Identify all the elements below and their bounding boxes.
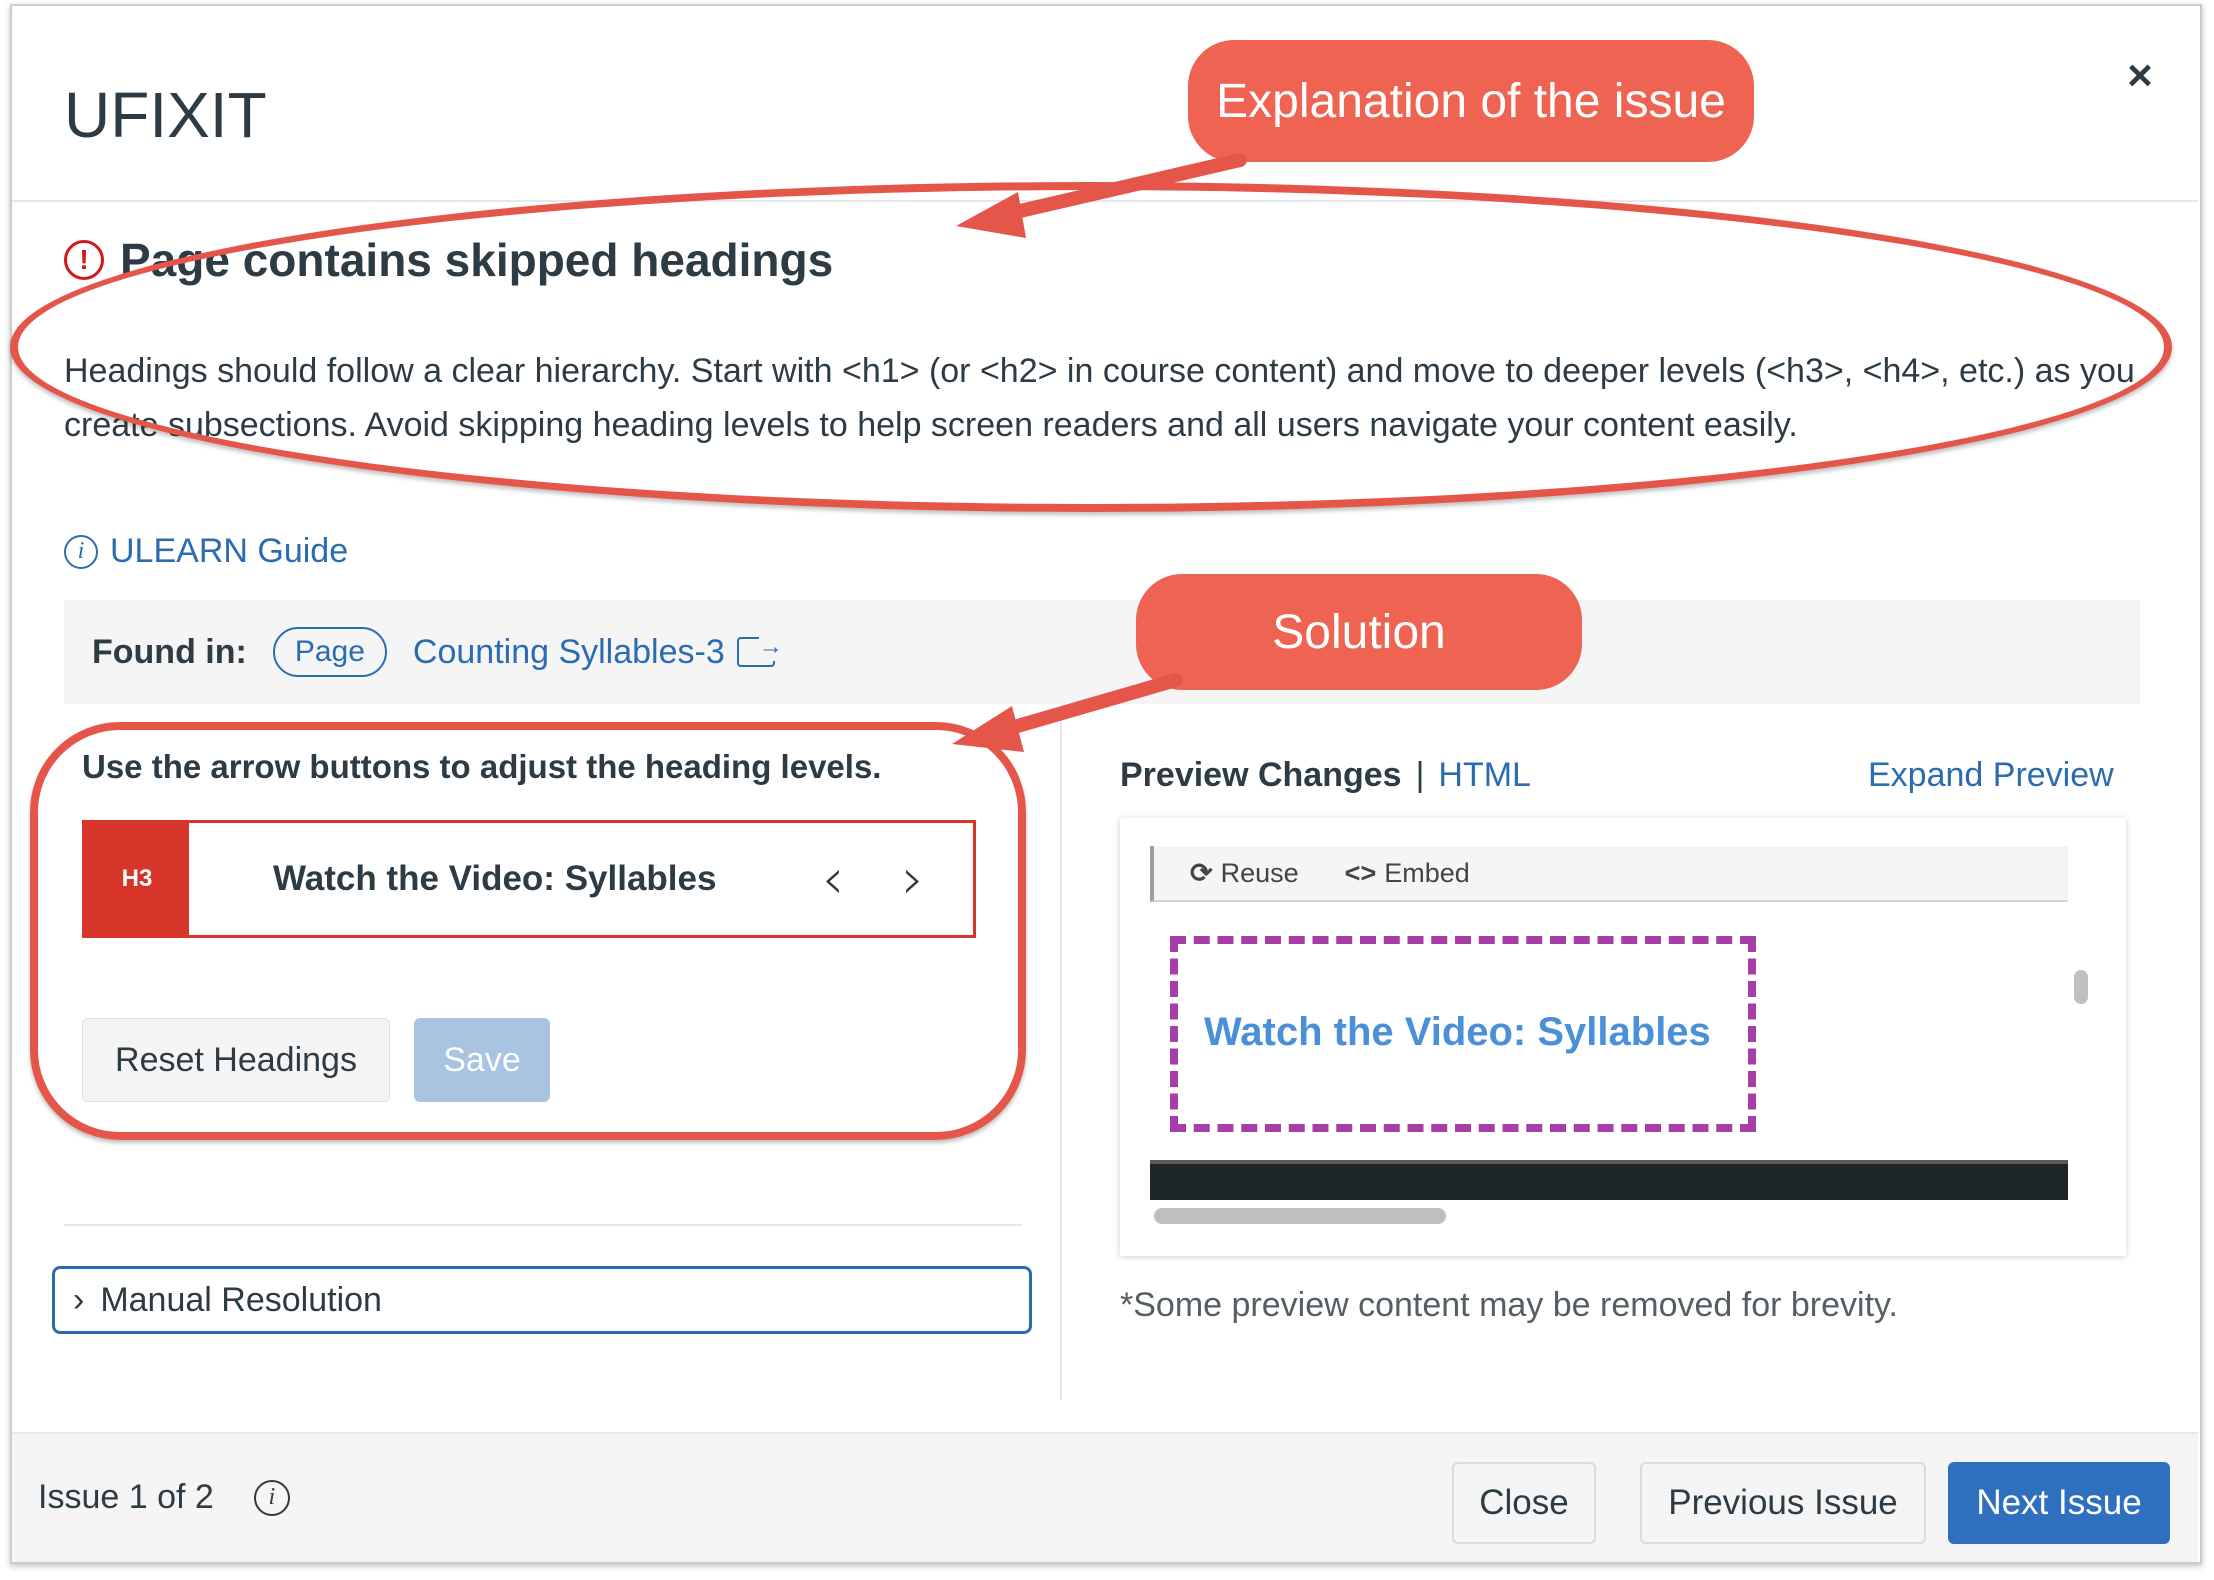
found-in-link-label[interactable]: Counting Syllables-3 (413, 633, 725, 672)
preview-video-strip (1150, 1160, 2068, 1200)
content-type-pill: Page (272, 627, 387, 677)
preview-frame: ⟳ Reuse <> Embed Watch the Video: Syllable… (1120, 818, 2126, 1256)
close-icon[interactable]: × (2120, 54, 2160, 98)
reuse-label: Reuse (1220, 857, 1299, 888)
reuse-button: ⟳ Reuse (1190, 858, 1299, 889)
close-button[interactable]: Close (1452, 1462, 1596, 1544)
issue-count-label: Issue 1 of 2 (38, 1478, 214, 1516)
manual-resolution-toggle[interactable]: › Manual Resolution (52, 1266, 1032, 1334)
preview-toolbar: ⟳ Reuse <> Embed (1150, 846, 2068, 902)
warning-icon: ! (64, 240, 104, 280)
found-in-bar: Found in: Page Counting Syllables-3 (64, 600, 2140, 704)
preview-note: *Some preview content may be removed for… (1120, 1286, 1898, 1324)
embed-icon: <> (1344, 857, 1377, 888)
info-icon[interactable]: i (253, 1479, 290, 1516)
column-divider (1060, 710, 1062, 1400)
app-title: UFIXIT (64, 79, 267, 151)
found-in-link[interactable]: Counting Syllables-3 (413, 633, 783, 672)
previous-issue-button[interactable]: Previous Issue (1640, 1462, 1926, 1544)
reuse-icon: ⟳ (1190, 857, 1213, 888)
embed-label: Embed (1384, 857, 1470, 888)
preview-vertical-scrollbar[interactable] (2074, 970, 2088, 1004)
guide-link-label[interactable]: ULEARN Guide (110, 532, 348, 571)
tab-separator: | (1415, 756, 1425, 794)
external-link-icon[interactable] (736, 633, 783, 667)
guide-link[interactable]: i ULEARN Guide (64, 532, 348, 571)
embed-button: <> Embed (1345, 858, 1470, 889)
tab-html[interactable]: HTML (1438, 756, 1531, 795)
manual-resolution-label: Manual Resolution (100, 1280, 382, 1319)
left-divider (64, 1224, 1022, 1226)
preview-tabs: Preview Changes | HTML (1120, 756, 1531, 795)
info-icon: i (64, 534, 98, 569)
issue-counter: Issue 1 of 2 i (38, 1478, 290, 1517)
preview-heading: Watch the Video: Syllables (1204, 1010, 1711, 1054)
callout-explanation: Explanation of the issue (1188, 40, 1754, 162)
annotation-box-solution (30, 722, 1026, 1140)
callout-solution: Solution (1136, 574, 1582, 690)
preview-horizontal-scrollbar[interactable] (1154, 1208, 1446, 1224)
annotation-ellipse-explanation (10, 182, 2172, 512)
found-in-label: Found in: (92, 632, 247, 671)
tab-preview-changes[interactable]: Preview Changes (1120, 756, 1402, 795)
next-issue-button[interactable]: Next Issue (1948, 1462, 2170, 1544)
chevron-right-small-icon: › (73, 1280, 85, 1319)
expand-preview-link[interactable]: Expand Preview (1868, 756, 2114, 795)
